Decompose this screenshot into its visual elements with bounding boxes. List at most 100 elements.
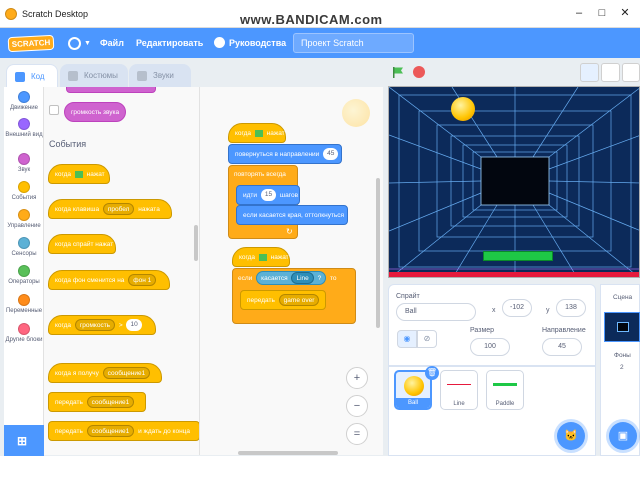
- variables-dot-icon: [18, 294, 30, 306]
- direction-input[interactable]: 45: [542, 338, 582, 356]
- project-title-input[interactable]: Проект Scratch: [293, 33, 414, 53]
- stop-button[interactable]: [413, 66, 425, 78]
- script-if-on-edge-bounce[interactable]: если касается края, оттолкнуться: [236, 205, 348, 225]
- volume-checkbox[interactable]: [49, 105, 59, 115]
- touching-sensor-block[interactable]: касается Line ?: [256, 271, 327, 285]
- tab-code[interactable]: Код: [6, 64, 58, 87]
- backdrop-dropdown[interactable]: фон 1: [128, 274, 157, 287]
- palette-when-greater-than[interactable]: когда громкость > 10: [48, 315, 156, 335]
- script-area[interactable]: когда нажат повернуться в направлении 45…: [200, 87, 383, 455]
- key-dropdown[interactable]: пробел: [102, 203, 135, 216]
- paddle-sprite[interactable]: [483, 251, 553, 261]
- category-variables[interactable]: Переменные: [4, 294, 44, 315]
- palette-scrollbar[interactable]: [194, 225, 198, 261]
- lightbulb-icon[interactable]: [214, 37, 225, 48]
- file-menu[interactable]: Файл: [100, 38, 124, 48]
- zoom-out-button[interactable]: −: [346, 395, 368, 417]
- delete-sprite-trash-icon[interactable]: 🗑: [425, 366, 439, 380]
- ball-sprite[interactable]: [451, 97, 475, 121]
- close-window-button[interactable]: ✕: [614, 4, 636, 22]
- steps-input[interactable]: 15: [260, 189, 277, 202]
- choose-backdrop-image-icon[interactable]: ▣: [609, 422, 637, 450]
- broadcast-wait-dropdown[interactable]: сообщение1: [86, 425, 135, 438]
- speaker-icon: [137, 71, 147, 81]
- minimize-button[interactable]: –: [568, 4, 590, 22]
- tab-costumes-label: Костюмы: [84, 71, 118, 80]
- chevron-down-icon[interactable]: ▼: [84, 40, 91, 47]
- category-label: Сенсоры: [11, 251, 37, 257]
- palette-when-flag-clicked[interactable]: когда нажат: [48, 164, 110, 184]
- x-label: x: [492, 307, 496, 314]
- green-flag-button[interactable]: [392, 66, 404, 78]
- tab-costumes[interactable]: Костюмы: [60, 64, 128, 87]
- threshold-input[interactable]: 10: [126, 319, 142, 332]
- scratch-logo[interactable]: SCRATCH: [7, 34, 55, 53]
- palette-sound-block-partial[interactable]: [66, 87, 156, 93]
- direction-input[interactable]: 45: [323, 148, 339, 161]
- edit-menu[interactable]: Редактировать: [136, 38, 203, 48]
- category-operators[interactable]: Операторы: [4, 265, 44, 286]
- sprite-thumb-label: Paddle: [495, 401, 515, 407]
- recorder-watermark: www.BANDICAM.com: [240, 12, 383, 27]
- category-motion[interactable]: Движение: [4, 91, 44, 112]
- zoom-reset-button[interactable]: =: [346, 423, 368, 445]
- hide-sprite-eye-slash-icon[interactable]: ⊘: [417, 330, 437, 348]
- category-sensing[interactable]: Сенсоры: [4, 237, 44, 258]
- script2-when-flag-clicked[interactable]: когда нажат: [232, 247, 290, 267]
- script-when-flag-clicked[interactable]: когда нажат: [228, 123, 286, 143]
- category-label: Другие блоки: [5, 337, 43, 343]
- stage[interactable]: [388, 86, 640, 278]
- touching-dropdown[interactable]: Line: [291, 272, 314, 285]
- broadcast-dropdown[interactable]: game over: [278, 294, 320, 307]
- script-horizontal-scrollbar[interactable]: [238, 451, 338, 455]
- zoom-in-button[interactable]: +: [346, 367, 368, 389]
- choose-sprite-cat-icon[interactable]: 🐱: [557, 422, 585, 450]
- sprite-thumb-paddle[interactable]: Paddle: [486, 370, 524, 410]
- block-palette: громкость звука События когда нажат когд…: [44, 87, 200, 455]
- palette-when-backdrop-switches[interactable]: когда фон сменится на фон 1: [48, 270, 170, 290]
- palette-broadcast[interactable]: передать сообщение1: [48, 392, 146, 412]
- sensor-dropdown[interactable]: громкость: [74, 319, 116, 332]
- category-sound[interactable]: Звук: [4, 153, 44, 174]
- category-label: Операторы: [8, 279, 40, 285]
- small-stage-button[interactable]: [580, 63, 599, 82]
- broadcast-dropdown[interactable]: сообщение1: [86, 396, 135, 409]
- category-events[interactable]: События: [4, 181, 44, 202]
- fullscreen-button[interactable]: [622, 63, 640, 82]
- maximize-button[interactable]: □: [591, 4, 613, 22]
- scratch-desktop-window: Scratch Desktop www.BANDICAM.com – □ ✕ S…: [0, 0, 640, 480]
- language-globe-icon[interactable]: [68, 37, 81, 50]
- category-my-blocks[interactable]: Другие блоки: [4, 323, 44, 344]
- line-sprite[interactable]: [389, 272, 639, 277]
- show-sprite-eye-icon[interactable]: ◉: [397, 330, 417, 348]
- large-stage-button[interactable]: [601, 63, 620, 82]
- tab-sounds[interactable]: Звуки: [129, 64, 191, 87]
- category-control[interactable]: Управление: [4, 209, 44, 230]
- script-broadcast[interactable]: передать game over: [240, 290, 326, 310]
- stage-thumbnail[interactable]: [604, 312, 640, 342]
- palette-when-sprite-clicked[interactable]: когда спрайт нажат: [48, 234, 116, 254]
- palette-broadcast-and-wait[interactable]: передать сообщение1 и ждать до конца: [48, 421, 199, 441]
- palette-volume-reporter[interactable]: громкость звука: [64, 102, 126, 122]
- x-input[interactable]: -102: [502, 299, 532, 317]
- category-looks[interactable]: Внешний вид: [4, 118, 44, 139]
- script-point-in-direction[interactable]: повернуться в направлении 45: [228, 144, 342, 164]
- tutorials-menu[interactable]: Руководства: [229, 38, 286, 48]
- block-text: касается: [261, 275, 288, 282]
- script-vertical-scrollbar[interactable]: [376, 178, 380, 328]
- sprite-thumb-label: Line: [453, 401, 465, 407]
- palette-when-key-pressed[interactable]: когда клавиша пробел нажата: [48, 199, 172, 219]
- message-dropdown[interactable]: сообщение1: [102, 367, 151, 380]
- palette-when-i-receive[interactable]: когда я получу сообщение1: [48, 363, 162, 383]
- sensing-dot-icon: [18, 237, 30, 249]
- sprite-name-input[interactable]: Ball: [396, 303, 476, 321]
- size-input[interactable]: 100: [470, 338, 510, 356]
- y-input[interactable]: 138: [556, 299, 586, 317]
- script-move-steps[interactable]: идти 15 шагов: [236, 185, 300, 205]
- add-extension-button[interactable]: ⊞: [4, 425, 44, 457]
- code-icon: [15, 72, 25, 82]
- forever-label: повторять всегда: [234, 171, 286, 178]
- block-categories: Движение Внешний вид Звук События Управл…: [4, 87, 44, 455]
- sprite-thumb-line[interactable]: Line: [440, 370, 478, 410]
- block-text: нажат: [270, 254, 289, 261]
